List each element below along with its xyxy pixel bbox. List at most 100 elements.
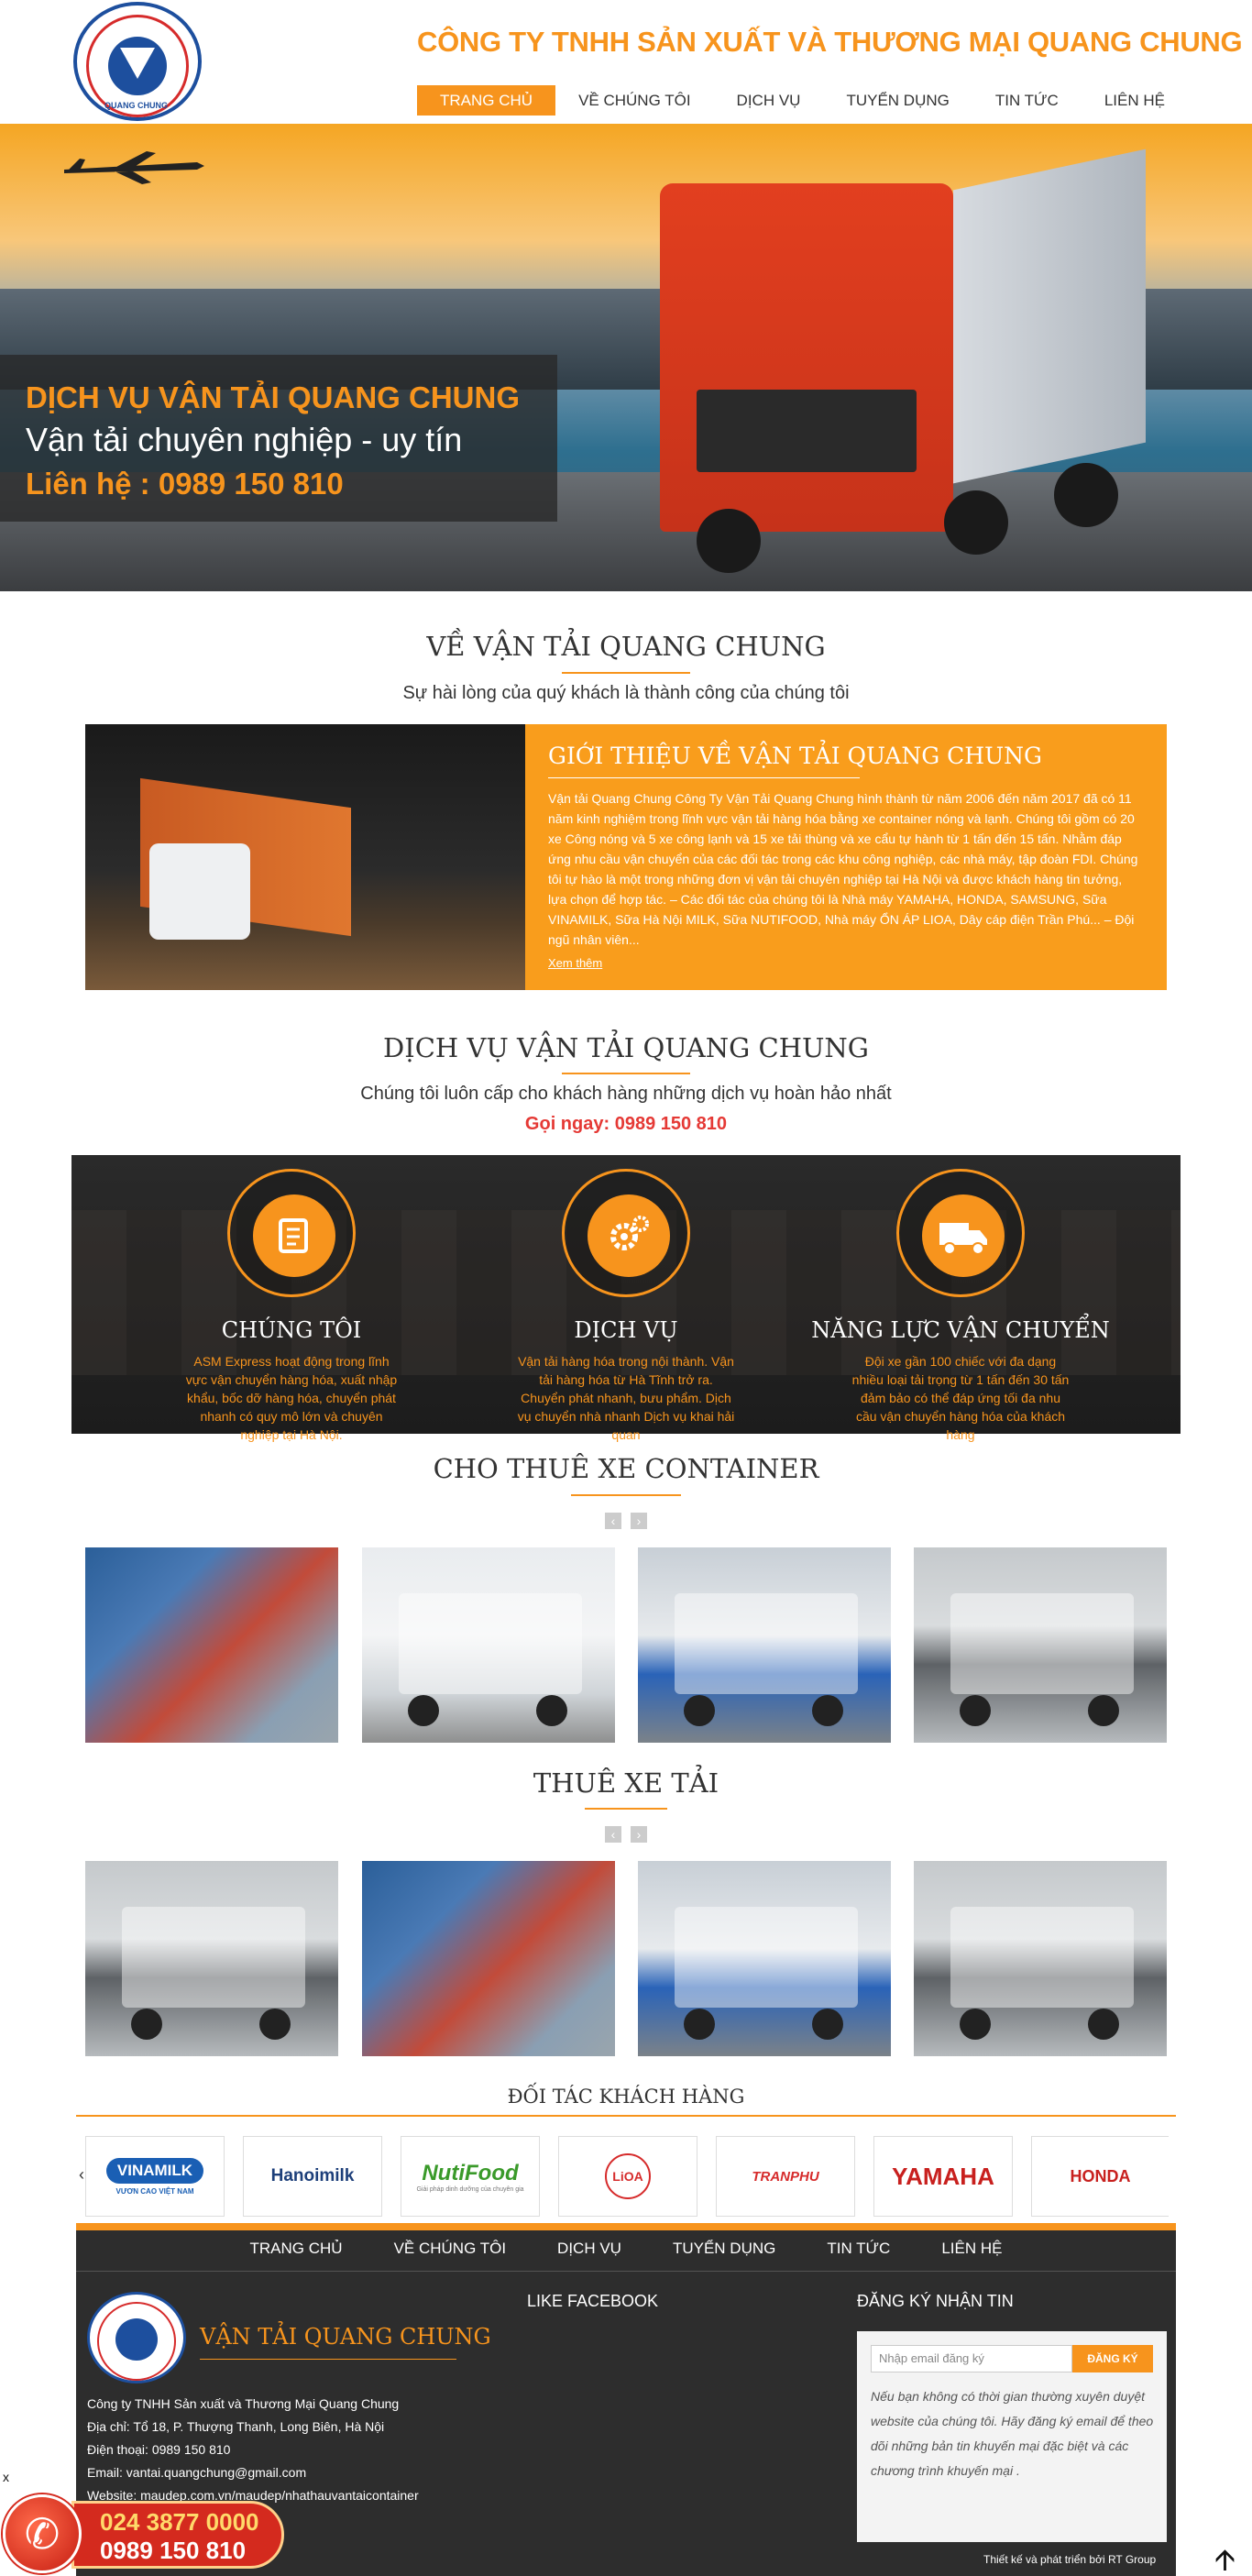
truck-photo-4[interactable] [914,1861,1167,2056]
tire [1088,2009,1119,2040]
services-subtitle: Chúng tôi luôn cấp cho khách hàng những … [360,1084,892,1104]
subscribe-text: Nếu bạn không có thời gian thường xuyên … [871,2389,1154,2478]
truck-slider-arrows: ‹ › [605,1826,647,1843]
partner-vinamilk[interactable]: VINAMILK VƯƠN CAO VIỆT NAM [85,2136,225,2217]
subscribe-button[interactable]: ĐĂNG KÝ [1072,2345,1153,2372]
about-section-title: VỀ VẬN TẢI QUANG CHUNG [426,631,826,662]
partner-yamaha[interactable]: YAMAHA [873,2136,1013,2217]
document-icon [253,1194,335,1277]
feature-capacity: NĂNG LỰC VẬN CHUYỂN Đội xe gần 100 chiếc… [805,1169,1116,1442]
footer-contact-info: Công ty TNHH Sản xuất và Thương Mại Quan… [87,2393,419,2507]
truck-photo-1[interactable] [85,1861,338,2056]
feature-title: DỊCH VỤ [574,1317,678,1343]
nav-services[interactable]: DỊCH VỤ [714,85,824,116]
footer-nav-recruitment[interactable]: TUYỂN DỤNG [647,2240,801,2258]
subscribe-title: ĐĂNG KÝ NHẬN TIN [857,2292,1014,2310]
about-underline [562,672,690,674]
truck-body [950,1593,1134,1694]
feature-circle [562,1169,690,1297]
tire [536,1695,567,1726]
footer-credit[interactable]: Thiết kế và phát triển bởi RT Group [983,2553,1156,2566]
partner-nutifood[interactable]: NutiFood Giải pháp dinh dưỡng của chuyên… [401,2136,540,2217]
footer-brand-line [200,2359,456,2360]
hero-banner: DỊCH VỤ VẬN TẢI QUANG CHUNG Vận tải chuy… [0,124,1252,591]
nav-home[interactable]: TRANG CHỦ [417,85,556,116]
partner-tranphu[interactable]: TRANPHU [716,2136,855,2217]
partner-hanoimilk[interactable]: Hanoimilk [243,2136,382,2217]
read-more-link[interactable]: Xem thêm [548,956,602,970]
footer-nav: TRANG CHỦ VỀ CHÚNG TÔI DỊCH VỤ TUYỂN DỤN… [76,2240,1176,2258]
about-box: GIỚI THIỆU VỀ VẬN TẢI QUANG CHUNG Vận tả… [85,724,1167,990]
nutifood-logo: NutiFood [422,2160,519,2185]
footer-logo [87,2292,186,2383]
partner-honda[interactable]: HONDA [1031,2136,1169,2217]
about-box-title: GIỚI THIỆU VỀ VẬN TẢI QUANG CHUNG [548,743,1043,769]
truck-wheel [944,490,1008,555]
hotline-phone-1[interactable]: 024 3877 0000 [100,2508,259,2537]
footer-nav-contact[interactable]: LIÊN HỆ [916,2240,1027,2258]
slider-prev-button[interactable]: ‹ [605,1513,621,1529]
truck-trailer [953,149,1146,484]
email-input[interactable]: Nhập email đăng ký [871,2345,1072,2372]
feature-circle [896,1169,1025,1297]
slider-next-button[interactable]: › [631,1513,647,1529]
call-now[interactable]: Gọi ngay: 0989 150 810 [0,1114,1252,1135]
nav-recruitment[interactable]: TUYỂN DỤNG [823,85,972,116]
vinamilk-tagline: VƯƠN CAO VIỆT NAM [115,2186,194,2196]
footer-nav-about[interactable]: VỀ CHÚNG TÔI [368,2240,532,2258]
truck-cab [660,183,953,532]
tire [960,2009,991,2040]
promo-contact[interactable]: Liên hệ : 0989 150 810 [26,467,344,501]
scroll-to-top-icon[interactable]: 🡩 [1214,2539,1236,2576]
phone-icon[interactable]: ✆ [3,2494,82,2573]
container-underline [571,1494,681,1496]
footer-accent-bar [76,2223,1176,2230]
footer-nav-services[interactable]: DỊCH VỤ [532,2240,647,2258]
footer-brand: VẬN TẢI QUANG CHUNG [200,2324,491,2350]
feature-text: Đội xe gần 100 chiếc với đa dạng nhiều l… [851,1354,1070,1442]
truck-body [950,1907,1134,2008]
container-photo-2[interactable] [362,1547,615,1743]
footer-email[interactable]: Email: vantai.quangchung@gmail.com [87,2461,419,2484]
slider-next-button[interactable]: › [631,1826,647,1843]
site-header: QUANG CHUNG CÔNG TY TNHH SẢN XUẤT VÀ THƯ… [0,0,1252,124]
truck-photo-3[interactable] [638,1861,891,2056]
tire [812,1695,843,1726]
nav-contact[interactable]: LIÊN HỆ [1082,85,1188,116]
footer-nav-news[interactable]: TIN TỨC [801,2240,916,2258]
truck-body [399,1593,582,1694]
container-slider-arrows: ‹ › [605,1513,647,1529]
feature-services: DỊCH VỤ Vận tải hàng hóa trong nội thành… [470,1169,782,1442]
partner-lioa[interactable]: LiOA [558,2136,697,2217]
partners-prev-button[interactable]: ‹ [79,2165,84,2185]
container-photo-1[interactable] [85,1547,338,1743]
yamaha-logo: YAMAHA [892,2162,994,2190]
truck-photo-2[interactable] [362,1861,615,2056]
logo-text: QUANG CHUNG [104,101,168,110]
feature-about: CHÚNG TÔI ASM Express hoạt động trong lĩ… [136,1169,447,1442]
nav-news[interactable]: TIN TỨC [972,85,1082,116]
feature-text: ASM Express hoạt động trong lĩnh vực vận… [185,1354,398,1442]
about-box-line [548,777,860,778]
nav-about[interactable]: VỀ CHÚNG TÔI [555,85,713,116]
footer-company: Công ty TNHH Sản xuất và Thương Mại Quan… [87,2396,400,2411]
nutifood-tagline: Giải pháp dinh dưỡng của chuyên gia [416,2185,524,2193]
tire [812,2009,843,2040]
truck-wheel [1054,463,1118,527]
services-section-title: DỊCH VỤ VẬN TẢI QUANG CHUNG [383,1032,869,1063]
promo-slogan: Vận tải chuyên nghiệp - uy tín [26,421,463,458]
company-logo[interactable]: QUANG CHUNG [73,2,202,121]
slider-prev-button[interactable]: ‹ [605,1826,621,1843]
hotline-close-button[interactable]: x [3,2470,9,2484]
promo-title: DỊCH VỤ VẬN TẢI QUANG CHUNG [26,380,521,414]
gears-icon [588,1194,670,1277]
container-photo-4[interactable] [914,1547,1167,1743]
services-underline [562,1073,690,1074]
partners-title: ĐỐI TÁC KHÁCH HÀNG [507,2086,745,2108]
subscribe-box: Nhập email đăng ký ĐĂNG KÝ Nếu bạn không… [857,2331,1167,2542]
container-photo-3[interactable] [638,1547,891,1743]
footer-nav-home[interactable]: TRANG CHỦ [225,2240,368,2258]
feature-circle [227,1169,356,1297]
hotline-phone-2[interactable]: 0989 150 810 [100,2537,246,2565]
hotline-widget[interactable]: 024 3877 0000 0989 150 810 ✆ [0,2492,286,2576]
